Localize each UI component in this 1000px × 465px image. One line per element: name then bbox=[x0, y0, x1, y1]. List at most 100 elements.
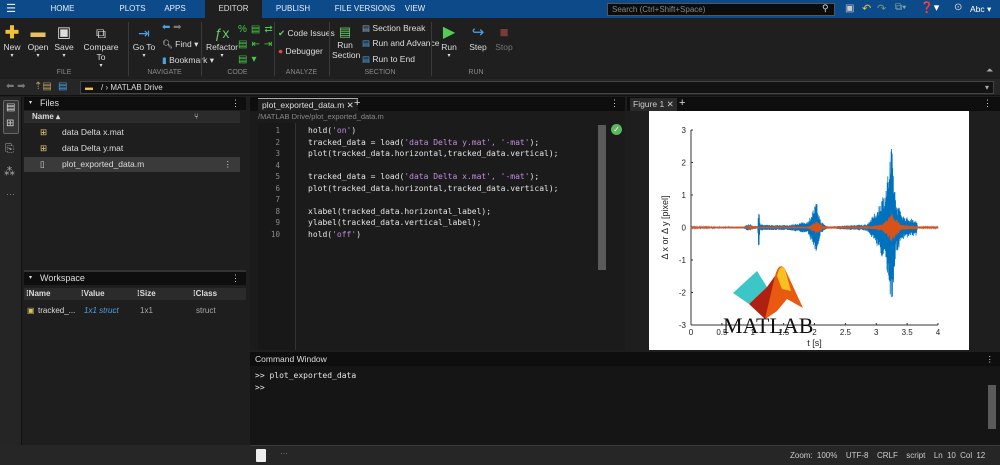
workspace-icon[interactable]: ⊞ bbox=[6, 118, 14, 129]
tab-file-versions[interactable]: FILE VERSIONS bbox=[325, 0, 405, 18]
code-area[interactable]: 1 hold('on') 2 tracked_data = load('data De… bbox=[250, 125, 610, 345]
new-button[interactable]: ✚ New ▾ bbox=[3, 24, 21, 60]
col-size[interactable]: ⁞Size bbox=[137, 288, 156, 300]
file-item-selected[interactable]: ▯ plot_exported_data.m ⋮ bbox=[24, 157, 240, 172]
code-issues-button[interactable]: ✔ Code Issues bbox=[278, 28, 335, 39]
file-search-icon[interactable]: ⎘ bbox=[5, 143, 14, 156]
compare-button[interactable]: ⧉ Compare To ▾ bbox=[78, 24, 124, 69]
command-window-menu-icon[interactable]: ⋮ bbox=[986, 352, 995, 366]
close-icon[interactable]: ✕ bbox=[347, 100, 354, 110]
code-line[interactable]: hold('off') bbox=[308, 229, 361, 241]
up-folder-icon[interactable]: ⇡▤ bbox=[34, 81, 52, 92]
source-control-icon[interactable]: ⑂ bbox=[194, 111, 199, 123]
current-folder-icon[interactable]: ▤ bbox=[6, 102, 15, 113]
command-window-scrollbar[interactable] bbox=[988, 385, 996, 429]
panel-menu-icon[interactable]: ⋮ bbox=[231, 97, 240, 110]
path-matlab-drive[interactable]: MATLAB Drive bbox=[110, 83, 162, 92]
more-icon[interactable]: ··· bbox=[280, 449, 288, 458]
tab-editor[interactable]: EDITOR bbox=[205, 0, 262, 18]
code-line[interactable]: plot(tracked_data.horizontal,tracked_dat… bbox=[308, 148, 558, 160]
files-panel-header[interactable]: ▾ Files ⋮ bbox=[24, 97, 246, 110]
col-name[interactable]: ⁞Name bbox=[26, 288, 50, 300]
command-window[interactable]: Command Window ⋮ >> plot_exported_data >> bbox=[250, 352, 1000, 445]
search-icon[interactable]: ⚲ bbox=[822, 3, 829, 14]
col-class[interactable]: ⁞Class bbox=[193, 288, 217, 300]
collapse-icon[interactable]: ▾ bbox=[29, 272, 32, 285]
editor-tab[interactable]: plot_exported_data.m ✕ bbox=[258, 98, 358, 111]
undo-icon[interactable]: ↶ bbox=[862, 2, 871, 15]
tab-plots[interactable]: PLOTS bbox=[110, 0, 155, 18]
tab-apps[interactable]: APPS bbox=[150, 0, 200, 18]
file-item[interactable]: ⊞ data Delta y.mat bbox=[24, 141, 240, 156]
workspace-row[interactable]: ▣ tracked_... 1x1 struct 1x1 struct bbox=[24, 304, 246, 318]
editor-scrollbar[interactable] bbox=[598, 125, 606, 270]
path-root[interactable]: / bbox=[101, 83, 103, 92]
panel-menu-icon[interactable]: ⋮ bbox=[231, 272, 240, 285]
figure-tab[interactable]: Figure 1 ✕ bbox=[630, 98, 677, 111]
notification-icon[interactable]: ⊙ bbox=[954, 2, 962, 13]
col-value[interactable]: ⁞Value bbox=[81, 288, 105, 300]
help-icon[interactable]: ❓▾ bbox=[920, 1, 939, 14]
search-input[interactable]: Search (Ctrl+Shift+Space) bbox=[607, 3, 835, 16]
run-to-end-button[interactable]: ▤ Run to End bbox=[362, 54, 415, 65]
figure-menu-icon[interactable]: ⋮ bbox=[983, 98, 992, 109]
command-window-toggle-icon[interactable] bbox=[256, 449, 266, 462]
y-axis-label: Δ x or Δ y [pixel] bbox=[660, 195, 670, 259]
file-name: data Delta y.mat bbox=[62, 143, 124, 153]
code-line[interactable]: tracked_data = load('data Delta x.mat', … bbox=[308, 171, 539, 183]
new-tab-icon[interactable]: + bbox=[679, 97, 685, 109]
step-button[interactable]: ↪ Step bbox=[466, 24, 490, 52]
chevron-down-icon[interactable]: ▾ bbox=[985, 82, 989, 93]
collapse-icon[interactable]: ▾ bbox=[29, 97, 32, 110]
figure-canvas[interactable]: 0 0.5 1 1.5 2 2.5 3 3.5 43210-1-2-3t [s]Δ x or Δ… bbox=[649, 111, 969, 350]
refactor-button[interactable]: ƒx Refactor ▾ bbox=[205, 24, 239, 59]
code-tools-icons[interactable]: %▤⇄ ▤⇤⇥ ▤▾ bbox=[238, 22, 277, 67]
code-line[interactable]: plot(tracked_data.horizontal,tracked_dat… bbox=[308, 183, 558, 195]
code-line[interactable]: ylabel(tracked_data.vertical_label); bbox=[308, 217, 481, 229]
group-label-navigate: NAVIGATE bbox=[147, 69, 182, 76]
run-section-button[interactable]: ▤ Run Section bbox=[332, 24, 360, 60]
save-icon[interactable]: ▣ bbox=[845, 3, 854, 14]
variable-value[interactable]: 1x1 struct bbox=[84, 304, 119, 318]
no-issues-check-icon[interactable]: ✓ bbox=[611, 124, 622, 135]
nav-back-forward-icon[interactable]: ⬅ ➡ bbox=[6, 81, 26, 92]
back-forward-icon[interactable]: ⬅ ➡ bbox=[162, 22, 182, 33]
section-break-button[interactable]: ▤ Section Break bbox=[362, 23, 425, 34]
go-to-button[interactable]: ⇥ Go To ▾ bbox=[132, 24, 156, 59]
command-prompt[interactable]: >> bbox=[255, 382, 265, 394]
file-item[interactable]: ⊞ data Delta x.mat bbox=[24, 125, 240, 140]
add-ons-icon[interactable]: ⁂ bbox=[4, 165, 15, 178]
redo-icon[interactable]: ↷ bbox=[877, 2, 886, 15]
file-menu-icon[interactable]: ⋮ bbox=[224, 157, 233, 172]
find-label: Find bbox=[175, 39, 192, 49]
sidebar-strip: ▤ ⊞ ⎘ ⁂ ··· bbox=[0, 97, 22, 445]
tab-view[interactable]: VIEW bbox=[395, 0, 435, 18]
file-name: data Delta x.mat bbox=[62, 127, 124, 137]
run-button[interactable]: ▶ Run ▾ bbox=[437, 24, 461, 59]
new-tab-icon[interactable]: + bbox=[354, 97, 360, 109]
code-line[interactable]: tracked_data = load('data Delta y.mat', … bbox=[308, 137, 539, 149]
close-icon[interactable]: ✕ bbox=[667, 99, 674, 109]
open-button[interactable]: ▬ Open ▾ bbox=[26, 24, 50, 59]
tab-publish[interactable]: PUBLISH bbox=[268, 0, 318, 18]
run-advance-button[interactable]: ▤ Run and Advance bbox=[362, 38, 440, 49]
find-button[interactable]: 🔍︎ Find ▾ bbox=[162, 39, 198, 50]
collapse-toolstrip-icon[interactable]: ⏶ bbox=[986, 65, 993, 76]
more-icon[interactable]: ··· bbox=[6, 189, 15, 199]
save-button[interactable]: ▣ Save ▾ bbox=[52, 24, 76, 59]
menu-icon[interactable]: ☰ bbox=[4, 0, 18, 18]
workspace-panel-header[interactable]: ▾ Workspace ⋮ bbox=[24, 272, 246, 285]
name-column-header[interactable]: Name ▴ ⑂ bbox=[24, 111, 240, 123]
group-label-code: CODE bbox=[227, 69, 248, 76]
current-folder-path[interactable]: ▬ / › MATLAB Drive ▾ bbox=[80, 81, 994, 94]
window-layout-icon[interactable]: ⧉▾ bbox=[895, 2, 906, 13]
debugger-button[interactable]: ● Debugger bbox=[278, 46, 323, 56]
code-line[interactable]: hold('on') bbox=[308, 125, 356, 137]
x-tick-label: 4 bbox=[936, 328, 941, 337]
code-line[interactable]: xlabel(tracked_data.horizontal_label); bbox=[308, 206, 491, 218]
editor-menu-icon[interactable]: ⋮ bbox=[610, 98, 619, 109]
stop-button[interactable]: ■ Stop bbox=[492, 24, 516, 52]
browse-folder-icon[interactable]: ▤ bbox=[58, 81, 67, 92]
user-menu[interactable]: Abc ▾ bbox=[970, 4, 991, 15]
tab-home[interactable]: HOME bbox=[40, 0, 85, 18]
